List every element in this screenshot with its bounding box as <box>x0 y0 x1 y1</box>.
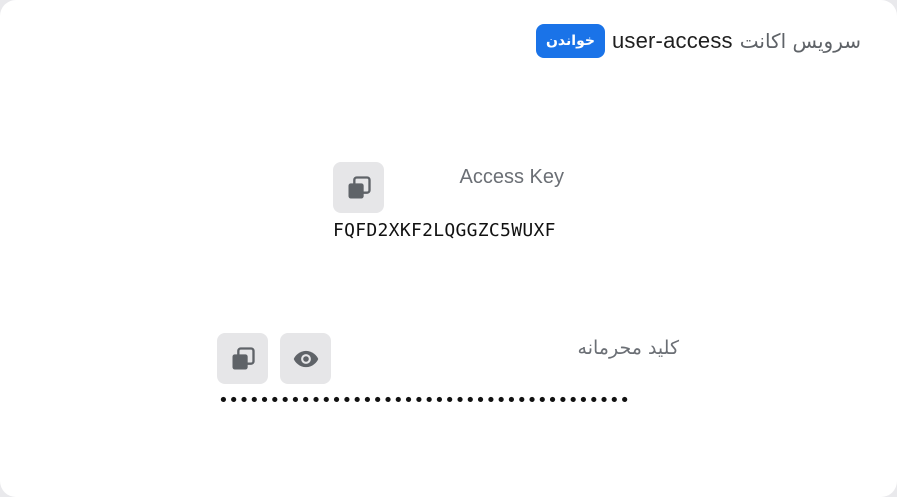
copy-icon <box>232 346 255 369</box>
access-key-value: FQFD2XKF2LQGGZC5WUXF <box>333 220 556 241</box>
card-header: سرویس اکانت user-access خواندن <box>535 24 861 58</box>
service-account-card: سرویس اکانت user-access خواندن Access Ke… <box>0 0 897 497</box>
copy-icon <box>348 175 371 198</box>
account-name: user-access <box>611 28 733 53</box>
secret-key-masked-value: •••••••••••••••••••••••••••••••••••••••• <box>218 390 630 411</box>
title-prefix: سرویس اکانت <box>739 29 861 53</box>
copy-secret-key-button[interactable] <box>217 333 268 384</box>
copy-access-key-button[interactable] <box>333 162 384 213</box>
reveal-secret-button[interactable] <box>280 333 331 384</box>
permission-badge: خواندن <box>535 24 605 58</box>
access-key-label: Access Key <box>459 166 564 188</box>
secret-key-label: کلید محرمانه <box>577 337 679 359</box>
eye-icon <box>293 350 318 367</box>
